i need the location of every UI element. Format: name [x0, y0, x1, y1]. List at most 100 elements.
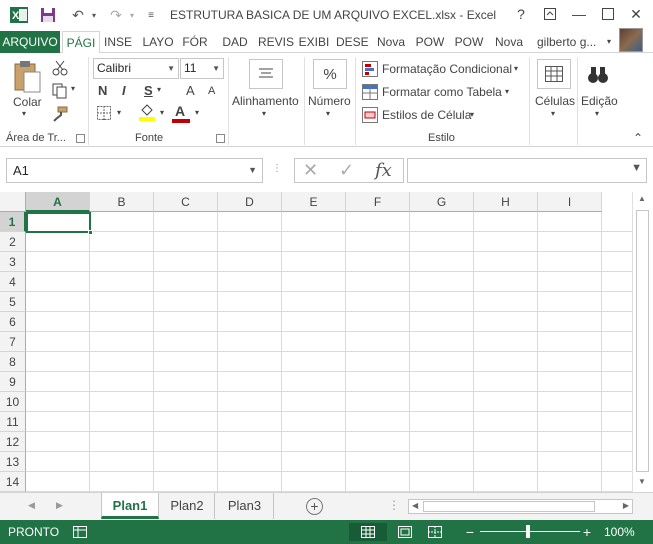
- paste-button[interactable]: Colar: [13, 95, 42, 109]
- row-header-11[interactable]: 11: [0, 412, 26, 432]
- row-header-9[interactable]: 9: [0, 372, 26, 392]
- row-header-10[interactable]: 10: [0, 392, 26, 412]
- zoom-in-button[interactable]: +: [580, 523, 594, 541]
- scroll-right-icon[interactable]: ▶: [623, 501, 629, 510]
- column-header-d[interactable]: D: [218, 192, 282, 212]
- clipboard-launcher-icon[interactable]: [76, 134, 85, 143]
- normal-view-icon[interactable]: [349, 523, 387, 541]
- font-name-dropdown-icon[interactable]: ▼: [167, 59, 175, 78]
- font-color-button[interactable]: A: [175, 103, 185, 119]
- font-color-dropdown-icon[interactable]: ▾: [195, 108, 199, 117]
- cells-icon[interactable]: [537, 59, 571, 89]
- row-header-4[interactable]: 4: [0, 272, 26, 292]
- tab-review[interactable]: REVIS: [257, 31, 295, 53]
- tab-formulas[interactable]: FÓR: [180, 31, 210, 53]
- alignment-icon[interactable]: [249, 59, 283, 89]
- cut-icon[interactable]: [50, 59, 70, 77]
- cell-styles-dropdown-icon[interactable]: ▾: [470, 110, 474, 119]
- name-box[interactable]: A1 ▼: [6, 158, 263, 183]
- number-format-icon[interactable]: %: [313, 59, 347, 89]
- bold-button[interactable]: N: [98, 83, 107, 98]
- cell-area[interactable]: [26, 212, 632, 492]
- underline-dropdown-icon[interactable]: ▾: [157, 85, 161, 94]
- italic-button[interactable]: I: [122, 83, 126, 98]
- conditional-formatting-icon[interactable]: [362, 61, 378, 77]
- row-header-6[interactable]: 6: [0, 312, 26, 332]
- restore-icon[interactable]: [594, 0, 622, 28]
- column-header-f[interactable]: F: [346, 192, 410, 212]
- vertical-scrollbar[interactable]: ▲ ▼: [632, 192, 653, 492]
- undo-dropdown-icon[interactable]: ▾: [88, 4, 100, 26]
- tab-file[interactable]: ARQUIVO: [0, 31, 60, 53]
- new-sheet-button[interactable]: +: [306, 498, 323, 515]
- borders-dropdown-icon[interactable]: ▾: [117, 108, 121, 117]
- column-header-a[interactable]: A: [26, 192, 90, 212]
- account-dropdown-icon[interactable]: ▾: [602, 31, 616, 53]
- conditional-formatting-dropdown-icon[interactable]: ▾: [514, 64, 518, 73]
- font-name-select[interactable]: Calibri ▼: [93, 58, 179, 79]
- sheet-tab-plan2[interactable]: Plan2: [160, 493, 215, 519]
- grow-font-button[interactable]: A: [186, 83, 195, 98]
- collapse-ribbon-icon[interactable]: ⌃: [633, 131, 643, 145]
- copy-dropdown-icon[interactable]: ▾: [71, 84, 75, 93]
- font-launcher-icon[interactable]: [216, 134, 225, 143]
- macro-record-icon[interactable]: [72, 523, 88, 541]
- select-all-button[interactable]: [0, 192, 26, 212]
- column-header-h[interactable]: H: [474, 192, 538, 212]
- insert-function-button[interactable]: fx: [375, 160, 392, 181]
- ribbon-display-options-icon[interactable]: [536, 0, 564, 28]
- scroll-up-icon[interactable]: ▲: [638, 194, 646, 203]
- page-break-view-icon[interactable]: [423, 523, 447, 541]
- user-account-name[interactable]: gilberto g...: [537, 31, 596, 53]
- tab-insert[interactable]: INSE: [102, 31, 134, 53]
- close-button[interactable]: ✕: [622, 0, 650, 28]
- cells-dropdown-icon[interactable]: ▾: [551, 109, 555, 118]
- tab-splitter-grip-icon[interactable]: ⋮: [388, 498, 400, 512]
- tab-home[interactable]: PÁGI: [62, 31, 100, 54]
- horizontal-scrollbar[interactable]: ◀ ▶: [408, 499, 633, 514]
- font-size-select[interactable]: 11 ▼: [180, 58, 224, 79]
- row-header-12[interactable]: 12: [0, 432, 26, 452]
- underline-button[interactable]: S: [144, 83, 153, 98]
- tab-power-1[interactable]: POW: [413, 31, 447, 53]
- row-header-14[interactable]: 14: [0, 472, 26, 492]
- worksheet-grid[interactable]: ABCDEFGHI 1 2 3 4 5 6 7 8 9 10 11 12 13 14: [0, 192, 632, 492]
- tab-power-2[interactable]: POW: [452, 31, 486, 53]
- tab-new-1[interactable]: Nova: [375, 31, 407, 53]
- vertical-scroll-thumb[interactable]: [636, 210, 649, 472]
- row-header-2[interactable]: 2: [0, 232, 26, 252]
- row-header-3[interactable]: 3: [0, 252, 26, 272]
- paste-dropdown-icon[interactable]: ▾: [22, 109, 26, 118]
- undo-icon[interactable]: ↶: [68, 4, 88, 26]
- zoom-slider-thumb[interactable]: [526, 525, 530, 538]
- cell-styles-icon[interactable]: [362, 107, 378, 123]
- alignment-dropdown-icon[interactable]: ▾: [262, 109, 266, 118]
- zoom-slider-track[interactable]: [480, 531, 580, 532]
- fill-color-dropdown-icon[interactable]: ▾: [160, 108, 164, 117]
- cell-styles-button[interactable]: Estilos de Célula: [382, 108, 471, 122]
- borders-icon[interactable]: [95, 105, 113, 121]
- fill-color-icon[interactable]: [138, 103, 156, 121]
- excel-logo-icon[interactable]: X: [8, 4, 30, 26]
- tab-new-2[interactable]: Nova: [492, 31, 526, 53]
- conditional-formatting-button[interactable]: Formatação Condicional: [382, 62, 512, 76]
- formula-input[interactable]: ▼: [407, 158, 647, 183]
- zoom-level[interactable]: 100%: [604, 525, 635, 539]
- number-dropdown-icon[interactable]: ▾: [326, 109, 330, 118]
- help-button[interactable]: ?: [507, 0, 535, 28]
- row-header-1[interactable]: 1: [0, 212, 26, 232]
- column-header-e[interactable]: E: [282, 192, 346, 212]
- zoom-out-button[interactable]: −: [463, 523, 477, 541]
- copy-icon[interactable]: [50, 82, 70, 100]
- fill-handle[interactable]: [88, 230, 93, 235]
- paste-icon[interactable]: [10, 59, 44, 95]
- format-as-table-button[interactable]: Formatar como Tabela: [382, 85, 502, 99]
- column-header-g[interactable]: G: [410, 192, 474, 212]
- alignment-button[interactable]: Alinhamento: [232, 94, 299, 108]
- column-header-b[interactable]: B: [90, 192, 154, 212]
- font-size-dropdown-icon[interactable]: ▼: [212, 59, 220, 78]
- column-header-c[interactable]: C: [154, 192, 218, 212]
- format-painter-icon[interactable]: [50, 105, 70, 123]
- binoculars-icon[interactable]: [584, 61, 612, 89]
- horizontal-scroll-thumb[interactable]: [423, 501, 595, 512]
